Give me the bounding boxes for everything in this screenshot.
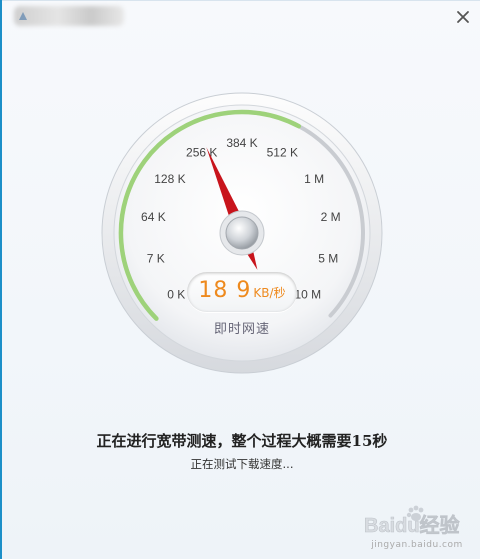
speedtest-window: 0 K 7 K 64 K 128 K 256 K 384 K 512 K 1 M 2 M 5 M 1… [0,0,480,559]
speed-gauge: 0 K 7 K 64 K 128 K256 K 384 K 512 K 1 M 2 M 5 M 1… [101,92,383,374]
gauge-tick-label: 7 K [147,251,165,265]
speed-value: 18 9 [198,278,252,303]
gauge-tick-label: 512 K [267,146,298,160]
watermark-url: jingyan.baidu.com [371,540,463,550]
gauge-tick-label: 5 M [318,251,338,265]
gauge-tick-label: 128 K [154,172,185,186]
speed-readout: 18 9 KB/秒 [187,272,297,312]
gauge-tick-label: 2 M [321,210,341,224]
gauge-tick-label: 256 K [186,146,217,160]
gauge-hub [225,216,259,250]
status-sub-text: 正在测试下载速度... [190,457,294,471]
speed-unit: KB/秒 [253,286,286,300]
gauge-tick-label: 0 K [167,287,185,301]
status-main-text: 正在进行宽带测速，整个过程大概需要15秒 [96,432,388,450]
gauge-tick-label: 10 M [294,287,321,301]
gauge-label: 即时网速 [213,322,270,337]
gauge-tick-label: 64 K [141,210,166,224]
gauge-tick-label: 1 M [304,172,324,186]
gauge-tick-label: 384 K [226,136,257,150]
